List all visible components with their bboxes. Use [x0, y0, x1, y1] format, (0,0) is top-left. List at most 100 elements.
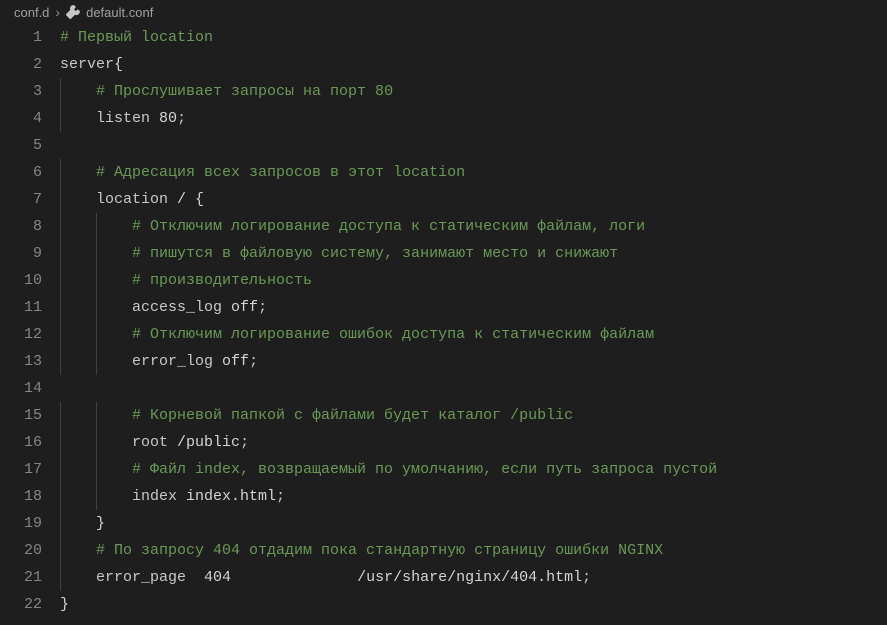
token-comment: # Файл index, возвращаемый по умолчанию,… [132, 461, 717, 478]
breadcrumb-file[interactable]: default.conf [86, 5, 153, 20]
code-line[interactable]: access_log off; [60, 294, 887, 321]
indent-guide [60, 321, 61, 348]
token-comment: # Адресация всех запросов в этот locatio… [96, 164, 465, 181]
breadcrumb-folder[interactable]: conf.d [14, 5, 49, 20]
line-number: 3 [0, 78, 42, 105]
indent-guide [60, 159, 61, 186]
indent-guide [96, 348, 97, 375]
line-number: 10 [0, 267, 42, 294]
token-comment: # Корневой папкой с файлами будет катало… [132, 407, 573, 424]
token-punct: ; [177, 110, 186, 127]
token-plain: off [222, 353, 249, 370]
code-editor[interactable]: 12345678910111213141516171819202122 # Пе… [0, 24, 887, 625]
token-plain: /usr/share/nginx/404.html [357, 569, 582, 586]
token-keyword: error_log [132, 353, 213, 370]
code-line[interactable]: # Прослушивает запросы на порт 80 [60, 78, 887, 105]
code-line[interactable] [60, 375, 887, 402]
line-number-gutter: 12345678910111213141516171819202122 [0, 24, 60, 625]
indent-guide [60, 294, 61, 321]
code-line[interactable]: } [60, 591, 887, 618]
code-line[interactable]: # Адресация всех запросов в этот locatio… [60, 159, 887, 186]
token-keyword: index [132, 488, 177, 505]
indent-guide [96, 321, 97, 348]
code-line[interactable]: error_log off; [60, 348, 887, 375]
indent-guide [60, 429, 61, 456]
token-brace: { [195, 191, 204, 208]
line-number: 12 [0, 321, 42, 348]
token-comment: # Первый location [60, 29, 213, 46]
line-number: 6 [0, 159, 42, 186]
indent-guide [96, 267, 97, 294]
token-keyword: access_log [132, 299, 222, 316]
token-plain [222, 299, 231, 316]
indent-guide [60, 267, 61, 294]
breadcrumb: conf.d › default.conf [0, 0, 887, 24]
indent-guide [60, 402, 61, 429]
code-line[interactable]: root /public; [60, 429, 887, 456]
token-punct: ; [582, 569, 591, 586]
code-area[interactable]: # Первый locationserver{ # Прослушивает … [60, 24, 887, 625]
token-plain [150, 110, 159, 127]
indent-guide [60, 105, 61, 132]
token-plain [231, 569, 357, 586]
token-plain [177, 488, 186, 505]
code-line[interactable] [60, 132, 887, 159]
token-brace: { [114, 56, 123, 73]
code-line[interactable]: index index.html; [60, 483, 887, 510]
code-line[interactable]: } [60, 510, 887, 537]
line-number: 4 [0, 105, 42, 132]
code-line[interactable]: # По запросу 404 отдадим пока стандартну… [60, 537, 887, 564]
line-number: 7 [0, 186, 42, 213]
token-keyword: error_page [96, 569, 186, 586]
token-plain: /public [177, 434, 240, 451]
code-line[interactable]: # Первый location [60, 24, 887, 51]
line-number: 16 [0, 429, 42, 456]
tools-icon [66, 5, 80, 19]
token-keyword: root [132, 434, 168, 451]
line-number: 2 [0, 51, 42, 78]
line-number: 14 [0, 375, 42, 402]
token-comment: # Отключим логирование ошибок доступа к … [132, 326, 654, 343]
line-number: 21 [0, 564, 42, 591]
token-comment: # По запросу 404 отдадим пока стандартну… [96, 542, 663, 559]
token-plain [186, 569, 204, 586]
token-plain [213, 353, 222, 370]
token-plain: 404 [204, 569, 231, 586]
token-comment: # пишутся в файловую систему, занимают м… [132, 245, 618, 262]
line-number: 18 [0, 483, 42, 510]
line-number: 5 [0, 132, 42, 159]
indent-guide [96, 213, 97, 240]
line-number: 20 [0, 537, 42, 564]
code-line[interactable]: location / { [60, 186, 887, 213]
code-line[interactable]: error_page 404 /usr/share/nginx/404.html… [60, 564, 887, 591]
indent-guide [96, 483, 97, 510]
indent-guide [60, 564, 61, 591]
indent-guide [60, 510, 61, 537]
line-number: 11 [0, 294, 42, 321]
indent-guide [60, 483, 61, 510]
line-number: 15 [0, 402, 42, 429]
token-keyword: location [96, 191, 168, 208]
token-plain: / [168, 191, 195, 208]
line-number: 13 [0, 348, 42, 375]
code-line[interactable]: # производительность [60, 267, 887, 294]
token-plain: index.html [186, 488, 276, 505]
token-keyword: server [60, 56, 114, 73]
code-line[interactable]: # Корневой папкой с файлами будет катало… [60, 402, 887, 429]
code-line[interactable]: server{ [60, 51, 887, 78]
token-brace: } [96, 515, 105, 532]
code-line[interactable]: # Отключим логирование ошибок доступа к … [60, 321, 887, 348]
indent-guide [96, 456, 97, 483]
line-number: 22 [0, 591, 42, 618]
code-line[interactable]: listen 80; [60, 105, 887, 132]
line-number: 8 [0, 213, 42, 240]
code-line[interactable]: # Файл index, возвращаемый по умолчанию,… [60, 456, 887, 483]
indent-guide [96, 294, 97, 321]
token-plain [168, 434, 177, 451]
line-number: 1 [0, 24, 42, 51]
indent-guide [60, 348, 61, 375]
token-punct: ; [240, 434, 249, 451]
code-line[interactable]: # пишутся в файловую систему, занимают м… [60, 240, 887, 267]
token-plain: off [231, 299, 258, 316]
code-line[interactable]: # Отключим логирование доступа к статиче… [60, 213, 887, 240]
